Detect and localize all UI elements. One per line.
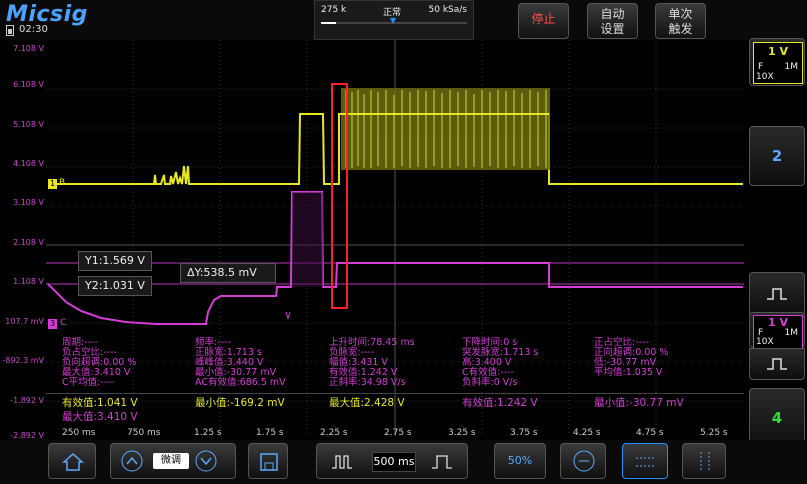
trigger-position-icon: ▼ [390,16,397,25]
x-label-7: 3.75 s [510,428,538,438]
save-icon [260,453,278,471]
stop-button[interactable]: 停止 [518,3,569,39]
auto-setup-line2: 设置 [600,22,625,36]
x-label-1: 750 ms [127,428,161,438]
y-label-3: 4.108 V [13,159,44,168]
summary-ch1-min: 最小值:-169.2 mV [195,397,285,409]
ch2-button[interactable]: 2 [749,126,805,186]
ch3-letter: C [60,318,67,328]
summary-ch1-rms: 有效值:1.041 V [62,397,138,409]
fine-adjust-group: 微调 [110,443,236,479]
ch1-trigger-letter: B [59,178,66,188]
meas-ac-rms: AC有效值:686.5 mV [195,377,286,388]
y-label-6: 1.108 V [13,277,44,286]
ch3-edge-rise-button[interactable] [749,272,805,314]
y-label-1: 6.108 V [13,80,44,89]
x-label-2: 1.25 s [194,428,222,438]
cursor-menu-button[interactable] [682,443,726,479]
meas-neg-slope: 负斜率:0 V/s [462,377,518,388]
ch1-settings-box: 1 V F 1M 10X [753,42,803,84]
fine-adjust-button[interactable]: 微调 [153,453,189,469]
y-label-9: -1.892 V [10,396,44,405]
timebase-group: 500 ms [316,443,468,479]
sample-rate: 50 kSa/s [428,5,467,15]
y-label-10: -2.892 V [10,431,44,440]
cursor-y2-readout: Y2:1.031 V [78,276,152,296]
x-label-6: 3.25 s [448,428,476,438]
ch1-settings-button[interactable]: 1 V F 1M 10X [749,38,805,86]
single-trigger-line2: 触发 [668,22,693,36]
zoom-button[interactable] [560,443,606,479]
falling-edge-icon [767,358,787,370]
auto-setup-button[interactable]: 自动 设置 [587,3,638,39]
vertical-cursor-icon [700,452,710,472]
rising-edge-icon [767,288,787,300]
meas-col2: 频率:---- 正脉宽:1.713 s 峰峰值:3.440 V 最小值:-30.… [195,338,286,388]
summary-ch3-max: 最大值:3.410 V [62,411,138,423]
ch1-probe: 10X [756,72,774,82]
ch3-settings-button[interactable]: 1 V F 1M 10X [749,312,805,349]
ch4-label: 4 [771,409,783,427]
summary-ch3-rms: 有效值:1.242 V [462,397,538,409]
timebase-decrease-icon[interactable] [331,454,353,470]
horizontal-status[interactable]: 275 k 正常 50 kSa/s ▼ [314,0,474,40]
meas-divider [46,393,744,394]
ch3-impedance: 1M [784,328,799,338]
summary-ch3-min: 最小值:-30.77 mV [594,397,684,409]
y-label-5: 2.108 V [13,238,44,247]
summary-ch1-max: 最大值:2.428 V [329,397,405,409]
cursor-y1-readout: Y1:1.569 V [78,251,152,271]
x-label-3: 1.75 s [256,428,284,438]
meas-col5: 正占空比:---- 正向超调:0.00 % 低:-30.77 mV 平均值:1.… [594,338,668,378]
y-label-7: 107.7 mV [5,317,44,326]
x-label-5: 2.75 s [384,428,412,438]
arrow-up-icon[interactable] [121,450,143,472]
trigger-level-50-button[interactable]: 50% [494,443,546,479]
y-label-4: 3.108 V [13,198,44,207]
meas-mean: 平均值:1.035 V [594,367,663,378]
lines-icon [636,457,656,467]
ch2-label: 2 [771,147,783,165]
cursor-delta-readout: ΔY:538.5 mV [180,263,276,283]
ch1-coupling: F [758,62,764,72]
ch1-scale: 1 V [768,45,788,58]
ch1-impedance: 1M [784,62,799,72]
x-label-0: 250 ms [62,428,96,438]
ch3-edge-fall-button[interactable] [749,348,805,380]
arrow-down-icon[interactable] [195,450,217,472]
ch3-probe: 10X [756,337,774,347]
x-label-10: 5.25 s [700,428,728,438]
auto-setup-line1: 自动 [600,7,625,21]
y-label-2: 5.108 V [13,120,44,129]
ch1-level-marker[interactable]: 1 [48,179,57,189]
trigger-50-label: 50% [507,454,533,467]
meas-col4: 下降时间:0 s 突发脉宽:1.713 s 高:3.400 V C有效值:---… [462,338,538,388]
x-label-9: 4.75 s [636,428,664,438]
meas-col3: 上升时间:78.45 ms 负脉宽:---- 幅值:3.431 V 有效值:1.… [329,338,415,388]
zoom-icon [573,450,595,472]
y-label-8: -892.3 mV [2,356,44,365]
save-button[interactable] [248,443,288,479]
home-button[interactable] [48,443,96,479]
timebase-value[interactable]: 500 ms [372,452,416,472]
top-bar: Micsig 02:30 275 k 正常 50 kSa/s ▼ 停止 自动 设… [0,0,807,40]
memory-depth: 275 k [321,5,347,15]
x-label-4: 2.25 s [320,428,348,438]
home-icon [62,452,84,471]
meas-c-mean: C平均值:---- [62,377,115,388]
ch3-settings-box: 1 V F 1M 10X [753,315,803,349]
single-trigger-button[interactable]: 单次 触发 [655,3,706,39]
ch3-level-marker[interactable]: 3 [48,319,57,329]
measure-menu-button[interactable] [622,443,668,479]
single-trigger-line1: 单次 [668,7,693,21]
battery-icon [6,25,14,36]
ch1-burst-area [341,88,550,170]
y-label-0: 7.108 V [13,44,44,53]
ch4-button[interactable]: 4 [749,388,805,448]
clock: 02:30 [19,24,48,35]
meas-pos-slope: 正斜率:34.98 V/s [329,377,406,388]
meas-col1: 周期:---- 负占空比:---- 负向超调:0.00 % 最大值:3.410 … [62,338,136,388]
timebase-increase-icon[interactable] [431,454,453,470]
x-label-8: 4.25 s [573,428,601,438]
